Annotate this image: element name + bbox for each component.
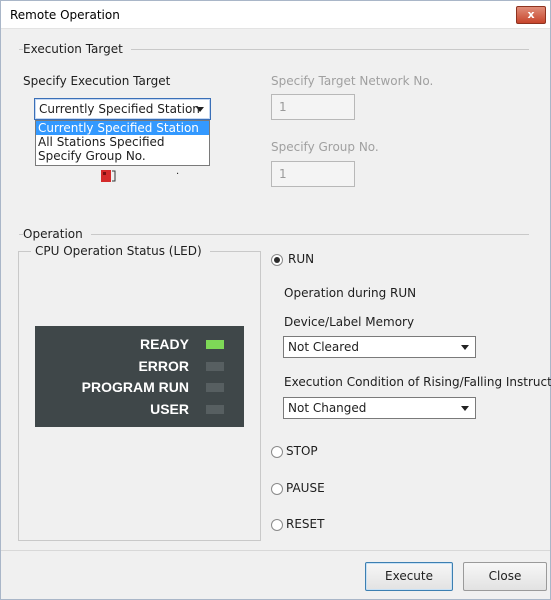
group-no-label: Specify Group No.	[271, 140, 379, 154]
rising-falling-label: Execution Condition of Rising/Falling In…	[284, 375, 551, 389]
target-network-input[interactable]: 1	[271, 94, 355, 120]
footer-divider	[1, 550, 550, 551]
user-led-indicator	[206, 405, 224, 414]
reset-radio[interactable]	[271, 519, 283, 531]
execution-target-group-label: Execution Target	[23, 42, 131, 56]
ready-led-indicator	[206, 340, 224, 349]
dropdown-option-currently-specified[interactable]: Currently Specified Station	[36, 121, 209, 135]
led-label-ready: READY	[139, 336, 189, 352]
close-window-button[interactable]: x	[516, 6, 546, 24]
led-panel: READY ERROR PROGRAM RUN USER	[35, 326, 244, 427]
stop-label[interactable]: STOP	[286, 444, 318, 458]
remote-operation-dialog: Remote Operation x Execution Target Spec…	[0, 0, 551, 600]
dropdown-option-specify-group[interactable]: Specify Group No.	[36, 149, 209, 163]
group-no-input[interactable]: 1	[271, 161, 355, 187]
target-network-label: Specify Target Network No.	[271, 74, 434, 88]
execution-target-dropdown-list: Currently Specified Station All Stations…	[35, 120, 210, 166]
chevron-down-icon	[196, 107, 204, 112]
led-label-error: ERROR	[138, 358, 189, 374]
execute-button[interactable]: Execute	[365, 562, 453, 591]
reset-label[interactable]: RESET	[286, 517, 324, 531]
operation-group-label: Operation	[23, 227, 91, 241]
run-label[interactable]: RUN	[288, 252, 314, 266]
device-memory-select[interactable]: Not Cleared	[283, 336, 476, 358]
pause-radio[interactable]	[271, 483, 283, 495]
device-memory-label: Device/Label Memory	[284, 315, 415, 329]
title-bar: Remote Operation x	[1, 1, 550, 29]
cpu-status-label: CPU Operation Status (LED)	[31, 244, 210, 258]
operation-during-run-label: Operation during RUN	[284, 286, 417, 300]
dropdown-option-all-stations[interactable]: All Stations Specified	[36, 135, 209, 149]
device-memory-select-value: Not Cleared	[288, 340, 359, 354]
decorative-dot: ·	[176, 169, 180, 180]
rising-falling-select-value: Not Changed	[288, 401, 367, 415]
chevron-down-icon	[461, 345, 469, 350]
window-title: Remote Operation	[10, 8, 120, 22]
close-button[interactable]: Close	[463, 562, 547, 591]
led-label-program-run: PROGRAM RUN	[81, 379, 189, 395]
stop-radio[interactable]	[271, 446, 283, 458]
rising-falling-select[interactable]: Not Changed	[283, 397, 476, 419]
execution-target-select-value: Currently Specified Station	[39, 102, 200, 116]
program-run-led-indicator	[206, 383, 224, 392]
run-radio[interactable]	[271, 254, 283, 266]
led-label-user: USER	[150, 401, 189, 417]
chevron-down-icon	[461, 406, 469, 411]
error-led-indicator	[206, 362, 224, 371]
pause-label[interactable]: PAUSE	[286, 481, 325, 495]
execution-target-select[interactable]: Currently Specified Station	[34, 98, 211, 120]
station-cpu-icon	[101, 170, 116, 182]
operation-divider	[19, 234, 529, 235]
specify-execution-target-label: Specify Execution Target	[23, 74, 171, 88]
